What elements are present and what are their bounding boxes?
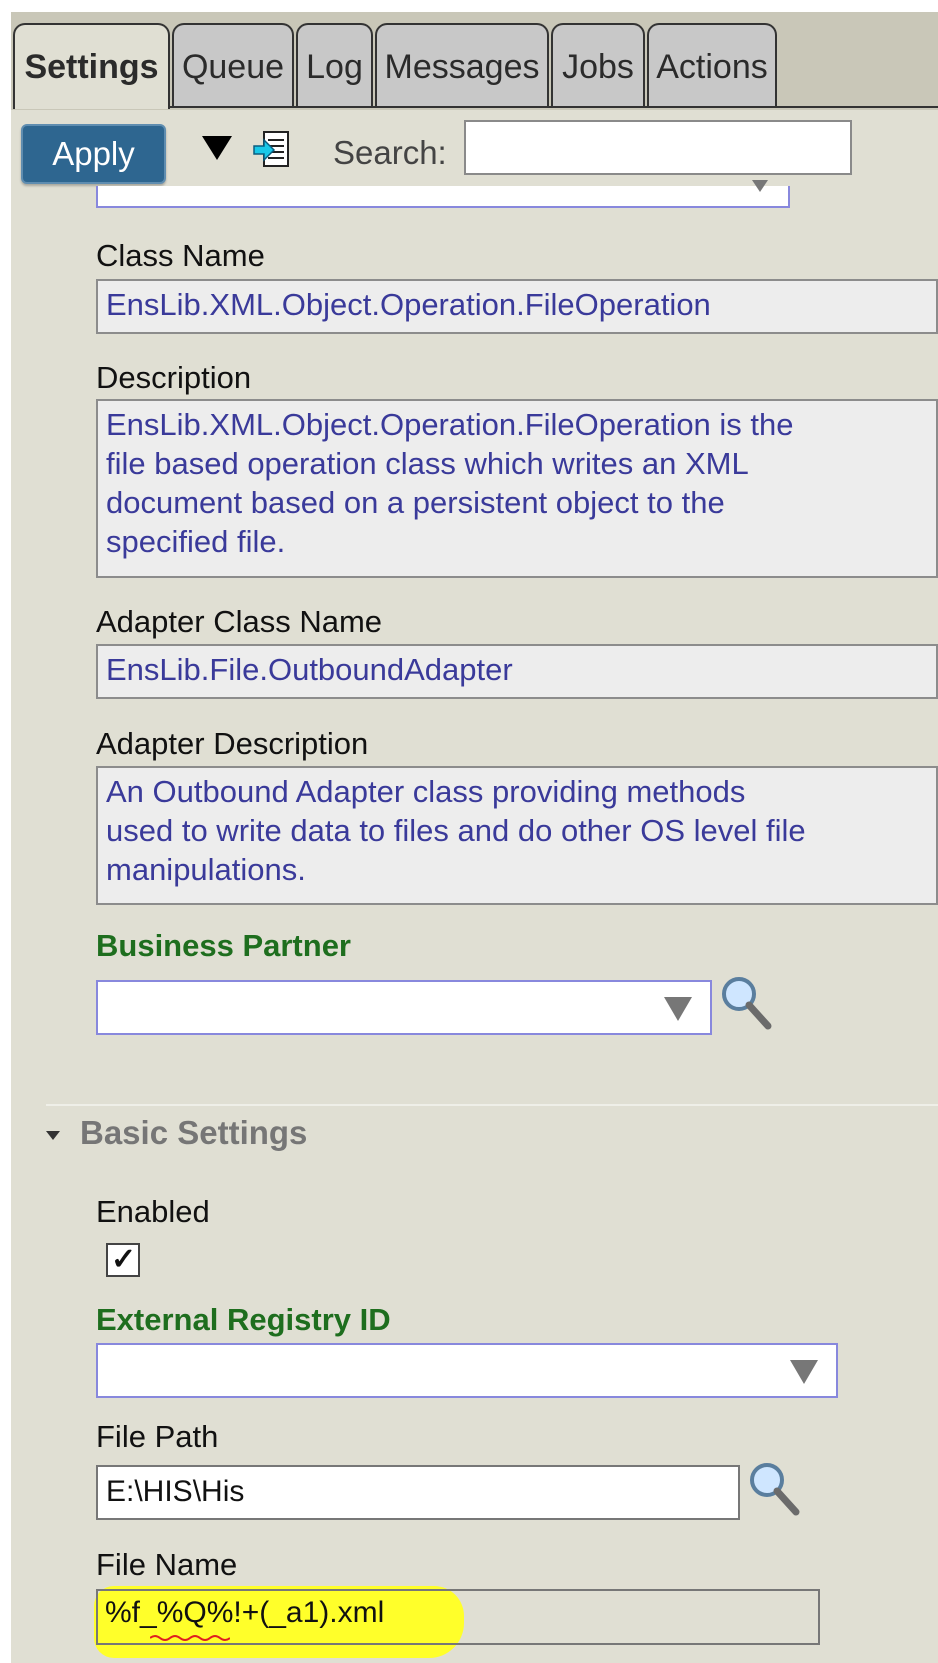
adapter-description-value: An Outbound Adapter class providing meth… [96,766,938,905]
chevron-down-icon [790,1360,818,1384]
search-magnifier-icon[interactable] [718,974,774,1032]
basic-settings-title: Basic Settings [80,1114,308,1151]
apply-button[interactable]: Apply [21,124,166,184]
adapter-class-name-label: Adapter Class Name [96,604,383,639]
file-name-value[interactable]: %f_%Q%!+(_a1).xml [105,1596,384,1630]
description-label: Description [96,360,252,395]
business-partner-label: Business Partner [96,928,351,963]
external-registry-id-select[interactable] [96,1343,838,1398]
dropdown-triangle-icon[interactable] [202,136,232,160]
search-magnifier-icon[interactable] [746,1460,802,1518]
tab-actions[interactable]: Actions [647,23,777,107]
caret-down-icon [46,1131,60,1140]
enabled-checkbox[interactable]: ✓ [106,1243,140,1277]
tab-messages[interactable]: Messages [375,23,549,107]
file-path-label: File Path [96,1419,219,1454]
tab-log[interactable]: Log [296,23,373,107]
business-partner-select[interactable] [96,980,712,1035]
host-select-partial[interactable] [96,180,790,208]
tab-settings[interactable]: Settings [13,23,170,109]
toolbar: Apply Search: [18,120,938,186]
document-export-icon[interactable] [252,128,292,172]
class-name-value: EnsLib.XML.Object.Operation.FileOperatio… [96,279,938,334]
checkmark-icon: ✓ [111,1243,137,1276]
tab-queue[interactable]: Queue [172,23,294,107]
description-value: EnsLib.XML.Object.Operation.FileOperatio… [96,399,938,578]
tab-underline [170,106,938,108]
search-input[interactable] [464,120,852,175]
search-label: Search: [333,134,447,171]
chevron-down-icon [752,180,768,192]
tab-bar: Settings Queue Log Messages Jobs Actions [11,23,938,109]
file-path-input[interactable]: E:\HIS\His [96,1465,740,1520]
adapter-description-label: Adapter Description [96,726,369,761]
class-name-label: Class Name [96,238,265,273]
adapter-class-name-value: EnsLib.File.OutboundAdapter [96,644,938,699]
section-divider [46,1104,938,1106]
spellcheck-underline [150,1635,230,1641]
tab-jobs[interactable]: Jobs [551,23,645,107]
external-registry-id-label: External Registry ID [96,1302,391,1337]
file-name-label: File Name [96,1547,238,1582]
chevron-down-icon [664,997,692,1021]
enabled-label: Enabled [96,1194,210,1229]
